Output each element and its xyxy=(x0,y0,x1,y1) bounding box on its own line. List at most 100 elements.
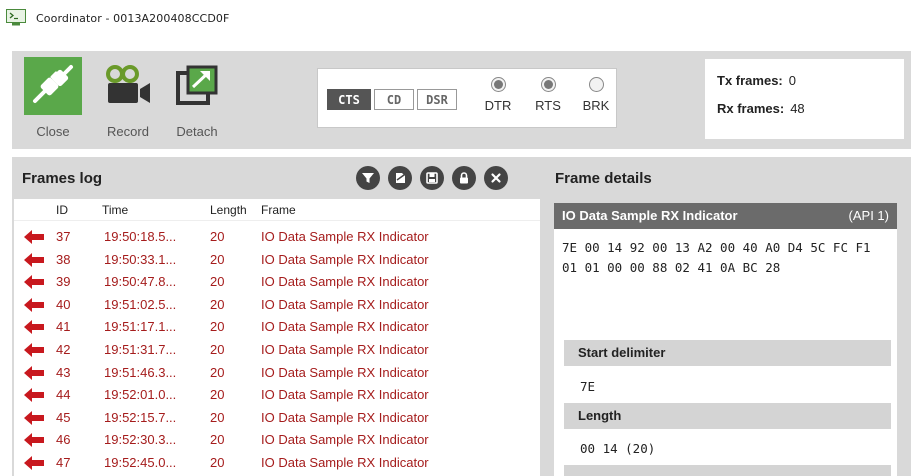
frames-log-title: Frames log xyxy=(22,170,103,187)
table-row[interactable]: 45 19:52:15.7... 20 IO Data Sample RX Indic… xyxy=(14,407,540,430)
row-length: 20 xyxy=(210,319,225,335)
frame-type-name: IO Data Sample RX Indicator xyxy=(562,208,738,223)
brk-toggle[interactable]: BRK xyxy=(576,77,616,113)
row-time: 19:51:46.3... xyxy=(104,364,177,380)
row-id: 47 xyxy=(56,454,71,470)
rx-frames-value: 48 xyxy=(790,101,805,116)
save-icon[interactable] xyxy=(420,166,444,190)
brk-label: BRK xyxy=(582,98,610,113)
received-arrow-icon xyxy=(24,410,44,425)
column-id[interactable]: ID xyxy=(56,203,68,217)
frame-type-header: IO Data Sample RX Indicator (API 1) xyxy=(554,203,897,229)
row-length: 20 xyxy=(210,454,225,470)
row-id: 38 xyxy=(56,251,71,267)
row-frame: IO Data Sample RX Indicator xyxy=(261,274,429,290)
rx-frames-label: Rx frames: xyxy=(717,101,785,116)
field-header xyxy=(564,465,891,476)
field-header[interactable]: Start delimiter xyxy=(564,340,891,366)
row-time: 19:52:01.0... xyxy=(104,387,177,403)
table-row[interactable]: 38 19:50:33.1... 20 IO Data Sample RX Indic… xyxy=(14,249,540,272)
dsr-indicator: DSR xyxy=(417,89,457,110)
record-button-face[interactable] xyxy=(99,57,157,115)
close-button-face[interactable] xyxy=(24,57,82,115)
row-id: 40 xyxy=(56,296,71,312)
dtr-toggle[interactable]: DTR xyxy=(478,77,518,113)
row-length: 20 xyxy=(210,341,225,357)
row-frame: IO Data Sample RX Indicator xyxy=(261,229,429,244)
field-value: 00 14 (20) xyxy=(580,441,656,456)
window-title: Coordinator - 0013A200408CCD0F xyxy=(36,12,230,25)
table-row[interactable]: 40 19:51:02.5... 20 IO Data Sample RX Indic… xyxy=(14,294,540,317)
table-header: ID Time Length Frame xyxy=(14,199,540,221)
frames-log-rows: 37 19:50:18.5... 20 IO Data Sample RX Indic… xyxy=(14,226,540,475)
close-button[interactable]: Close xyxy=(24,57,82,139)
table-row[interactable]: 37 19:50:18.5... 20 IO Data Sample RX Indic… xyxy=(14,226,540,249)
row-time: 19:52:45.0... xyxy=(104,454,177,470)
row-time: 19:52:30.3... xyxy=(104,432,177,448)
frames-log-panel: Frames log ID Time Length Frame 37 19:50:… xyxy=(12,157,548,476)
serial-signals-panel: CTS CD DSR DTR RTS BRK xyxy=(317,68,617,128)
received-arrow-icon xyxy=(24,320,44,335)
row-time: 19:51:02.5... xyxy=(104,296,177,312)
field-label: Length xyxy=(578,408,622,423)
row-frame: IO Data Sample RX Indicator xyxy=(261,364,429,380)
field-header[interactable]: Length xyxy=(564,403,891,429)
filter-icon[interactable] xyxy=(356,166,380,190)
clear-icon[interactable] xyxy=(388,166,412,190)
table-row[interactable]: 47 19:52:45.0... 20 IO Data Sample RX Indic… xyxy=(14,452,540,475)
row-time: 19:50:33.1... xyxy=(104,251,177,267)
column-length[interactable]: Length xyxy=(210,203,247,217)
table-row[interactable]: 46 19:52:30.3... 20 IO Data Sample RX Indic… xyxy=(14,429,540,452)
record-button[interactable]: Record xyxy=(99,57,157,139)
frames-log-actions xyxy=(356,166,516,190)
received-arrow-icon xyxy=(24,433,44,448)
close-icon[interactable] xyxy=(484,166,508,190)
column-frame[interactable]: Frame xyxy=(261,203,296,217)
dtr-label: DTR xyxy=(484,98,512,113)
detach-button[interactable]: Detach xyxy=(168,57,226,139)
brk-radio[interactable] xyxy=(588,77,604,92)
row-time: 19:50:18.5... xyxy=(104,229,177,244)
column-time[interactable]: Time xyxy=(102,203,128,217)
table-row[interactable]: 39 19:50:47.8... 20 IO Data Sample RX Indic… xyxy=(14,271,540,294)
rts-toggle[interactable]: RTS xyxy=(528,77,568,113)
lock-icon[interactable] xyxy=(452,166,476,190)
row-id: 41 xyxy=(56,319,71,335)
frame-details-panel: Frame details IO Data Sample RX Indicato… xyxy=(548,157,911,476)
table-row[interactable]: 41 19:51:17.1... 20 IO Data Sample RX Indic… xyxy=(14,316,540,339)
frame-api-id: (API 1) xyxy=(848,208,889,223)
row-frame: IO Data Sample RX Indicator xyxy=(261,454,429,470)
row-length: 20 xyxy=(210,251,225,267)
detach-button-face[interactable] xyxy=(168,57,226,115)
title-bar: Coordinator - 0013A200408CCD0F xyxy=(0,0,911,40)
received-arrow-icon xyxy=(24,297,44,312)
video-camera-icon xyxy=(106,65,150,103)
received-arrow-icon xyxy=(24,455,44,470)
cts-indicator: CTS xyxy=(327,89,371,110)
row-length: 20 xyxy=(210,432,225,448)
table-row[interactable]: 42 19:51:31.7... 20 IO Data Sample RX Indic… xyxy=(14,339,540,362)
frame-details-title: Frame details xyxy=(555,170,652,187)
row-frame: IO Data Sample RX Indicator xyxy=(261,251,429,267)
row-length: 20 xyxy=(210,387,225,403)
frames-log-table[interactable]: ID Time Length Frame 37 19:50:18.5... 20 IO… xyxy=(14,199,540,476)
cd-indicator: CD xyxy=(374,89,414,110)
row-length: 20 xyxy=(210,274,225,290)
toolbar: Close Record Detach CTS CD DSR DTR RTS B… xyxy=(12,51,911,149)
row-id: 37 xyxy=(56,229,71,244)
row-time: 19:50:47.8... xyxy=(104,274,177,290)
row-id: 45 xyxy=(56,409,71,425)
dtr-radio[interactable] xyxy=(490,77,506,92)
table-row[interactable]: 43 19:51:46.3... 20 IO Data Sample RX Indic… xyxy=(14,362,540,385)
rts-radio[interactable] xyxy=(540,77,556,92)
table-row[interactable]: 44 19:52:01.0... 20 IO Data Sample RX Indic… xyxy=(14,384,540,407)
row-time: 19:52:15.7... xyxy=(104,409,177,425)
tx-frames-label: Tx frames: xyxy=(717,73,783,88)
rx-frames-counter: Rx frames: 48 xyxy=(717,101,805,116)
received-arrow-icon xyxy=(24,252,44,267)
row-time: 19:51:31.7... xyxy=(104,341,177,357)
tx-frames-value: 0 xyxy=(788,73,796,88)
row-frame: IO Data Sample RX Indicator xyxy=(261,387,429,403)
detach-button-label: Detach xyxy=(176,124,218,139)
row-length: 20 xyxy=(210,409,225,425)
